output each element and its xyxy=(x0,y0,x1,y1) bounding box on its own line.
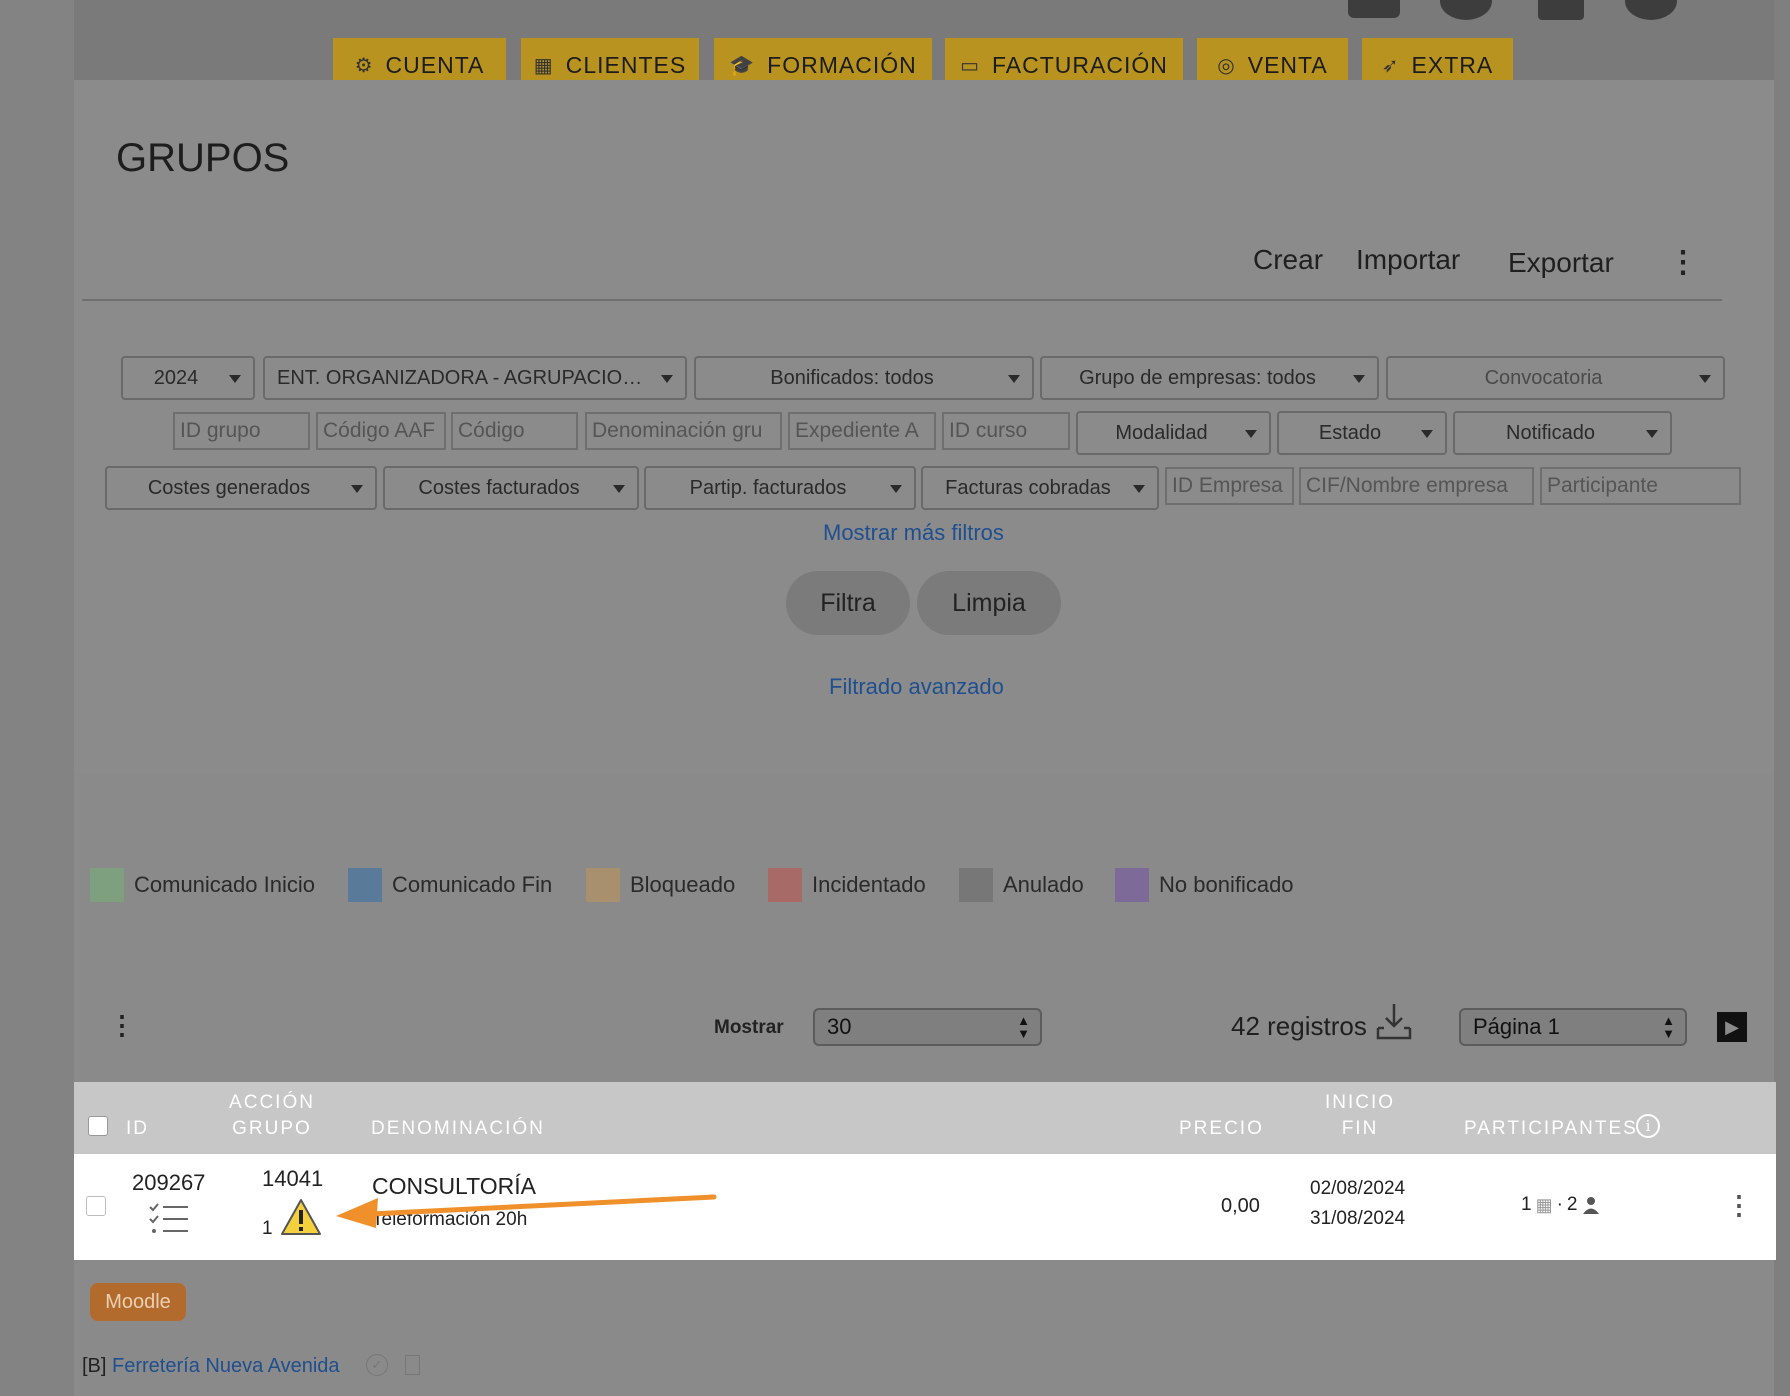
more-options-icon[interactable]: ⋮ xyxy=(1668,248,1698,278)
filter-button[interactable]: Filtra xyxy=(786,571,910,635)
convocatoria-select[interactable]: Convocatoria xyxy=(1386,356,1725,400)
notificado-select[interactable]: Notificado xyxy=(1453,411,1672,455)
annotation-arrow-icon xyxy=(336,1194,717,1228)
costes-facturados-select[interactable]: Costes facturados xyxy=(383,466,639,510)
legend-swatch xyxy=(959,868,993,902)
toolbar-divider xyxy=(82,299,1722,301)
company-link[interactable]: Ferretería Nueva Avenida xyxy=(112,1355,340,1377)
id-grupo-input[interactable]: ID grupo xyxy=(173,412,310,450)
page-title: GRUPOS xyxy=(116,136,290,180)
id-empresa-input[interactable]: ID Empresa xyxy=(1165,467,1294,505)
left-sidebar-strip xyxy=(0,0,74,1396)
header-id[interactable]: ID xyxy=(126,1116,149,1142)
money-bill-icon: ▭ xyxy=(960,54,981,77)
select-all-checkbox[interactable] xyxy=(88,1116,108,1136)
separator-dot: · xyxy=(1556,1194,1563,1215)
legend-comunicado-inicio: Comunicado Inicio xyxy=(90,868,315,902)
header-denominacion[interactable]: DENOMINACIÓN xyxy=(371,1116,545,1142)
row-inicio: 02/08/2024 xyxy=(1310,1178,1406,1199)
company-line: [B] Ferretería Nueva Avenida xyxy=(82,1355,340,1377)
expediente-input[interactable]: Expediente A xyxy=(788,412,936,450)
participante-input[interactable]: Participante xyxy=(1540,467,1741,505)
organizer-select[interactable]: ENT. ORGANIZADORA - AGRUPACIO… xyxy=(263,356,687,400)
create-button[interactable]: Crear xyxy=(1253,244,1323,276)
partip-facturados-select[interactable]: Partip. facturados xyxy=(644,466,916,510)
graduation-cap-icon: 🎓 xyxy=(729,54,756,77)
grupo-empresas-select[interactable]: Grupo de empresas: todos xyxy=(1040,356,1379,400)
costes-generados-select[interactable]: Costes generados xyxy=(105,466,377,510)
row-grupo: 1 xyxy=(262,1218,273,1239)
cif-nombre-input[interactable]: CIF/Nombre empresa xyxy=(1299,467,1534,505)
select-arrows-icon: ▲ ▼ xyxy=(1017,1013,1030,1041)
header-accion-grupo[interactable]: ACCIÓN GRUPO xyxy=(226,1090,318,1142)
legend-swatch xyxy=(586,868,620,902)
download-icon[interactable] xyxy=(1372,1000,1416,1044)
legend-swatch xyxy=(768,868,802,902)
row-accion-link[interactable]: 14041 xyxy=(262,1166,323,1192)
warning-icon[interactable] xyxy=(279,1197,323,1237)
show-label: Mostrar xyxy=(714,1017,784,1038)
export-button[interactable]: Exportar xyxy=(1508,247,1614,279)
legend-bloqueado: Bloqueado xyxy=(586,868,735,902)
row-checkbox[interactable] xyxy=(86,1196,106,1216)
building-icon: ▦ xyxy=(1535,1194,1553,1215)
facturas-cobradas-select[interactable]: Facturas cobradas xyxy=(921,466,1159,510)
page-select[interactable]: Página 1 ▲ ▼ xyxy=(1459,1008,1687,1046)
bell-icon[interactable] xyxy=(1348,0,1400,18)
legend-swatch xyxy=(348,868,382,902)
document-icon[interactable] xyxy=(405,1355,420,1375)
import-button[interactable]: Importar xyxy=(1356,244,1460,276)
legend-comunicado-fin: Comunicado Fin xyxy=(348,868,552,902)
modalidad-select[interactable]: Modalidad xyxy=(1076,411,1271,455)
rocket-icon: ➶ xyxy=(1381,54,1400,77)
legend-anulado: Anulado xyxy=(959,868,1084,902)
year-select[interactable]: 2024 xyxy=(121,356,255,400)
list-options-icon[interactable]: ⋮ xyxy=(109,1012,135,1038)
codigo-aaf-input[interactable]: Código AAF xyxy=(316,412,446,450)
per-page-select[interactable]: 30 ▲ ▼ xyxy=(813,1008,1042,1046)
header-precio[interactable]: PRECIO xyxy=(1179,1116,1264,1142)
row-fin: 31/08/2024 xyxy=(1310,1208,1406,1229)
info-icon[interactable]: i xyxy=(1636,1114,1660,1138)
gift-icon[interactable] xyxy=(1538,0,1584,20)
legend-no-bonificado: No bonificado xyxy=(1115,868,1294,902)
legend-incidentado: Incidentado xyxy=(768,868,926,902)
row-id-link[interactable]: 209267 xyxy=(132,1170,205,1196)
next-page-icon[interactable]: ▶ xyxy=(1717,1012,1747,1042)
advanced-filter-link[interactable]: Filtrado avanzado xyxy=(829,674,1004,700)
checklist-icon[interactable] xyxy=(148,1202,190,1236)
denominacion-input[interactable]: Denominación gru xyxy=(585,412,782,450)
moodle-badge[interactable]: Moodle xyxy=(90,1283,186,1321)
cogs-icon: ⚙ xyxy=(354,54,374,77)
legend-swatch xyxy=(1115,868,1149,902)
estado-select[interactable]: Estado xyxy=(1277,411,1447,455)
header-inicio-fin[interactable]: INICIO FIN xyxy=(1318,1090,1402,1142)
person-icon xyxy=(1582,1197,1599,1214)
id-curso-input[interactable]: ID curso xyxy=(942,412,1070,450)
row-participantes: 1 ▦ · 2 xyxy=(1521,1194,1600,1216)
select-arrows-icon: ▲ ▼ xyxy=(1662,1013,1675,1041)
row-options-icon[interactable]: ⋮ xyxy=(1726,1192,1752,1218)
bullseye-icon: ◎ xyxy=(1217,54,1236,77)
building-icon: ▦ xyxy=(533,54,554,77)
header-participantes[interactable]: PARTICIPANTES xyxy=(1464,1116,1638,1142)
bonificados-select[interactable]: Bonificados: todos xyxy=(694,356,1034,400)
records-count: 42 registros xyxy=(1231,1011,1367,1041)
check-circle-icon[interactable]: ✓ xyxy=(366,1354,388,1376)
codigo-input[interactable]: Código xyxy=(451,412,578,450)
legend-swatch xyxy=(90,868,124,902)
clear-button[interactable]: Limpia xyxy=(917,571,1061,635)
show-more-filters-link[interactable]: Mostrar más filtros xyxy=(823,520,1004,546)
row-precio: 0,00 xyxy=(1221,1195,1260,1217)
